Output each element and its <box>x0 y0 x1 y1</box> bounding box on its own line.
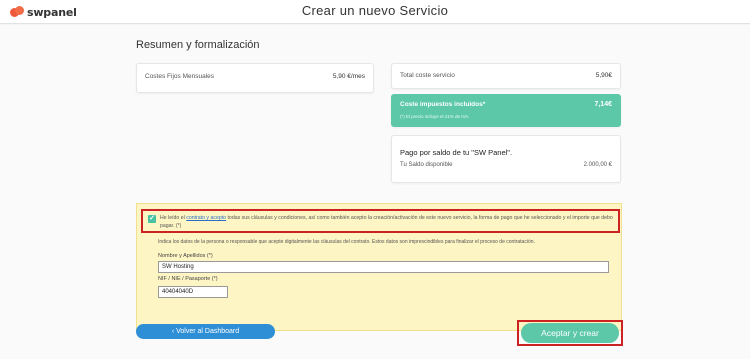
total-cost-label: Total coste servicio <box>400 72 455 79</box>
balance-label: Tu Saldo disponible <box>400 162 453 168</box>
main-content: Resumen y formalización Costes Fijos Men… <box>0 25 750 359</box>
fixed-costs-value: 5,90 €/mes <box>332 73 365 80</box>
section-title: Resumen y formalización <box>136 39 260 51</box>
accept-and-create-button[interactable]: Aceptar y crear <box>521 323 619 343</box>
accept-terms-checkbox[interactable]: ✓ <box>148 215 156 223</box>
top-bar: swpanel Crear un nuevo Servicio <box>0 0 750 24</box>
tax-label: Coste impuestos incluidos* <box>400 101 486 108</box>
name-field[interactable]: SW Hosting <box>158 261 609 273</box>
tax-value: 7,14€ <box>594 101 612 108</box>
total-cost-value: 5,90€ <box>595 72 612 79</box>
fixed-costs-card: Costes Fijos Mensuales 5,90 €/mes <box>136 63 374 93</box>
terms-highlight: ✓ He leído el contrato y acepto todas su… <box>141 209 620 233</box>
contract-link[interactable]: contrato y acepto <box>186 215 226 221</box>
payment-title: Pago por saldo de tu "SW Panel". <box>400 148 513 157</box>
terms-text: He leído el contrato y acepto todas sus … <box>160 214 615 230</box>
terms-text-before: He leído el <box>160 215 187 221</box>
balance-value: 2.000,00 € <box>583 162 612 168</box>
page-title: Crear un nuevo Servicio <box>301 3 449 18</box>
nif-field[interactable]: 40404040D <box>158 286 228 298</box>
fixed-costs-label: Costes Fijos Mensuales <box>145 73 214 80</box>
terms-box: ✓ He leído el contrato y acepto todas su… <box>136 203 622 331</box>
tax-cost-card: Coste impuestos incluidos* 7,14€ (*) El … <box>391 94 621 127</box>
back-to-dashboard-button[interactable]: ‹ Volver al Dashboard <box>136 324 275 339</box>
nif-label: NIF / NIE / Pasaporte (*) <box>158 276 218 282</box>
payment-card: Pago por saldo de tu "SW Panel". Tu Sald… <box>391 135 621 183</box>
terms-text-after: todas sus cláusulas y condiciones, así c… <box>160 215 613 229</box>
name-label: Nombre y Apellidos (*) <box>158 253 213 259</box>
info-text: Indica los datos de la persona o respons… <box>158 239 535 245</box>
total-cost-card: Total coste servicio 5,90€ <box>391 63 621 89</box>
tax-note: (*) El precio incluye el 21% de IVA. <box>400 114 470 119</box>
